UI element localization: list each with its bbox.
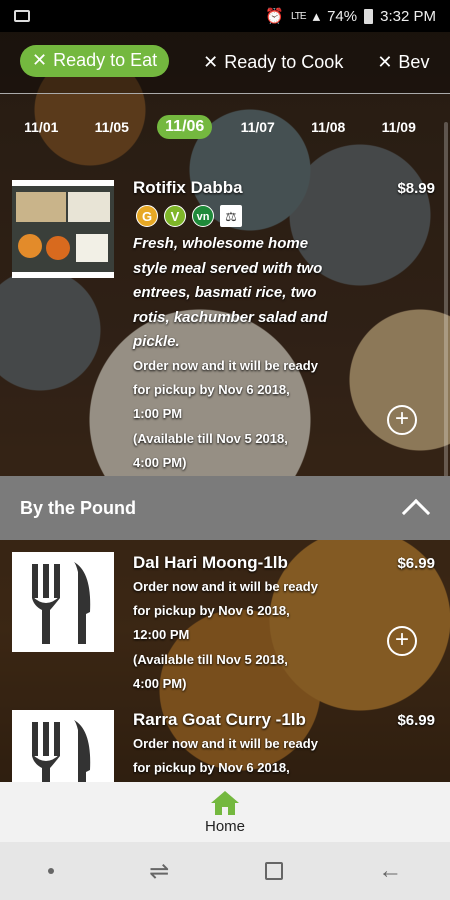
weight-badge: ⚖ — [220, 205, 242, 227]
home-icon[interactable] — [210, 790, 240, 816]
order-info: Order now and it will be ready for picku… — [133, 354, 343, 475]
battery-percent: 74% — [327, 7, 358, 25]
order-line: (Available till Nov 5 2018, — [133, 651, 288, 667]
item-description: Fresh, wholesome home style meal served … — [133, 235, 328, 350]
dot-icon[interactable] — [47, 868, 54, 874]
tab-ready-to-eat[interactable]: ✕ Ready to Eat — [20, 44, 170, 77]
order-info: Order now and it will be ready for picku… — [133, 575, 343, 696]
chevron-up-icon[interactable] — [401, 498, 431, 528]
tab-label: Ready to Eat — [53, 50, 158, 70]
item-title[interactable]: Dal Hari Moong-1lb — [133, 553, 288, 573]
date-option[interactable]: 11/08 — [303, 116, 353, 138]
date-option[interactable]: 11/05 — [87, 116, 137, 138]
utensils-icon: ✕ — [203, 52, 219, 72]
order-line: 4:00 PM) — [133, 454, 187, 470]
tab-beverages[interactable]: ✕ Bev — [377, 52, 429, 73]
item-price: $6.99 — [397, 712, 435, 729]
fork-knife-icon — [32, 720, 91, 782]
add-item-button[interactable]: + — [387, 405, 417, 435]
order-line: Order now and it will be ready — [133, 736, 318, 751]
signal-icon: ▴ — [312, 8, 321, 25]
alarm-icon: ⏰ — [265, 8, 284, 25]
home-square-icon[interactable] — [264, 862, 283, 880]
item-thumbnail[interactable] — [12, 180, 114, 278]
dietary-badges: G V vn ⚖ — [136, 205, 242, 227]
section-header[interactable]: By the Pound — [0, 476, 450, 540]
tab-label: Bev — [398, 52, 430, 72]
order-line: (Available till Nov 5 2018, — [133, 430, 288, 446]
clock: 3:32 PM — [380, 7, 436, 25]
section-title: By the Pound — [20, 497, 136, 518]
gluten-free-badge: G — [136, 205, 158, 227]
back-arrow-icon[interactable]: ← — [378, 857, 402, 885]
tab-label: Ready to Cook — [224, 52, 344, 72]
item-thumbnail[interactable] — [12, 710, 114, 782]
order-line: 1:00 PM — [133, 406, 183, 422]
date-option[interactable]: 11/09 — [374, 116, 424, 138]
item-title[interactable]: Rotifix Dabba — [133, 178, 243, 198]
utensils-icon: ✕ — [377, 52, 393, 72]
scrollbar[interactable] — [444, 122, 448, 482]
item-price: $8.99 — [397, 180, 435, 197]
order-line: for pickup by Nov 6 2018, — [133, 382, 290, 398]
battery-icon — [364, 8, 374, 24]
order-line: 12:00 PM — [133, 627, 190, 643]
order-info: Order now and it will be ready for picku… — [133, 732, 343, 782]
order-line: 4:00 PM) — [133, 675, 187, 691]
vegan-badge: vn — [192, 205, 214, 227]
vegetarian-badge: V — [164, 205, 186, 227]
category-tabs: ✕ Ready to Eat ✕ Ready to Cook ✕ Bev — [0, 32, 450, 94]
utensils-icon: ✕ — [32, 50, 48, 70]
bottom-navigation: Home — [0, 782, 450, 842]
mail-icon — [14, 10, 30, 22]
home-nav-label[interactable]: Home — [205, 818, 245, 835]
order-line: Order now and it will be ready — [133, 579, 318, 594]
tab-ready-to-cook[interactable]: ✕ Ready to Cook — [203, 52, 343, 73]
item-price: $6.99 — [397, 555, 435, 572]
fork-knife-icon — [32, 562, 91, 644]
system-navigation-bar: ⇌ ← — [0, 842, 450, 900]
item-thumbnail[interactable] — [12, 552, 114, 652]
meal-photo — [12, 186, 114, 272]
date-option[interactable]: 11/07 — [233, 116, 283, 138]
status-bar: ⏰ LTE ▴ 74% 3:32 PM — [0, 0, 450, 32]
add-item-button[interactable]: + — [387, 626, 417, 656]
date-option[interactable]: 11/01 — [16, 116, 66, 138]
order-line: for pickup by Nov 6 2018, — [133, 760, 290, 776]
item-title[interactable]: Rarra Goat Curry -1lb — [133, 710, 306, 730]
date-option-selected[interactable]: 11/06 — [157, 115, 213, 139]
order-line: for pickup by Nov 6 2018, — [133, 603, 290, 619]
network-type: LTE — [290, 10, 307, 22]
date-selector: 11/01 11/05 11/06 11/07 11/08 11/09 — [0, 112, 440, 142]
order-line: Order now and it will be ready — [133, 358, 318, 373]
recent-apps-icon[interactable]: ⇌ — [149, 857, 169, 886]
